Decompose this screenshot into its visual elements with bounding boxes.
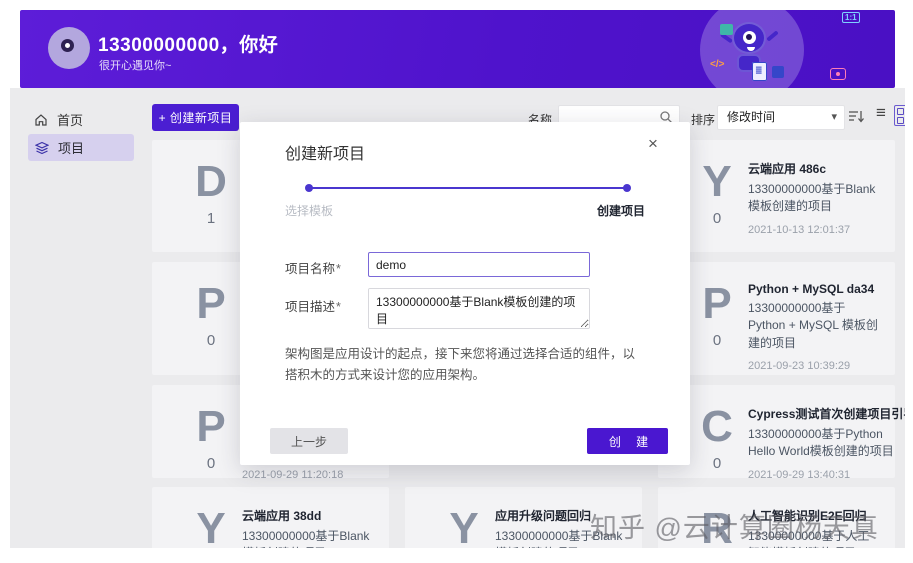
robot-eye-icon xyxy=(743,31,756,44)
step-dot-create xyxy=(623,184,631,192)
step-label-create-project: 创建项目 xyxy=(596,204,645,218)
project-count: 0 xyxy=(712,332,722,349)
project-initial: P xyxy=(702,279,732,328)
sort-label: 排序 xyxy=(691,113,716,127)
project-title: 应用升级问题回归 xyxy=(495,509,592,523)
camera-icon xyxy=(830,68,846,80)
required-mark: * xyxy=(336,262,341,276)
create-project-modal: 创建新项目 × 选择模板 创建项目 项目名称* 项目描述* 1330000000… xyxy=(240,122,690,465)
project-desc: 13300000000基于Python + MySQL 模板创建的项目 xyxy=(748,301,878,350)
project-count: 0 xyxy=(206,332,216,349)
project-desc: 13300000000基于Blank模板创建的项目 xyxy=(748,182,876,214)
project-initial: P xyxy=(196,279,226,328)
step-label-choose-template: 选择模板 xyxy=(285,204,334,218)
sort-select[interactable]: 修改时间 ▾ xyxy=(717,105,845,130)
greeting-subtitle: 很开心遇见你~ xyxy=(99,60,172,72)
avatar-eye-icon xyxy=(61,39,74,52)
project-count: 1 xyxy=(206,210,216,227)
sidebar-item-label: 首页 xyxy=(57,113,84,128)
project-desc-label: 项目描述* xyxy=(285,300,341,314)
project-title: Cypress测试首次创建项目引导 xyxy=(748,407,905,421)
project-name-label: 项目名称* xyxy=(285,262,341,276)
project-initial: Y xyxy=(196,504,226,549)
project-card[interactable]: Y 应用升级问题回归 13300000000基于Blank模板创建的项目 xyxy=(405,487,642,548)
required-mark: * xyxy=(336,300,341,314)
project-title: 云端应用 38dd xyxy=(242,509,322,523)
project-desc-textarea[interactable]: 13300000000基于Blank模板创建的项目 xyxy=(368,288,590,329)
project-name-input[interactable] xyxy=(368,252,590,277)
create-button[interactable]: 创 建 xyxy=(587,428,668,454)
project-desc: 13300000000基于人工智能模板创建的项目 xyxy=(748,529,870,548)
robot-mascot-icon xyxy=(732,22,766,54)
project-desc: 13300000000基于Blank模板创建的项目 xyxy=(242,529,370,548)
project-date: 2021-09-29 11:20:18 xyxy=(242,468,344,481)
robot-mouth-icon xyxy=(747,47,755,51)
square-icon xyxy=(772,66,784,78)
create-project-button[interactable]: + 创建新项目 xyxy=(152,104,239,131)
chevron-down-icon: ▾ xyxy=(831,111,837,123)
project-date: 2021-09-29 13:40:31 xyxy=(748,468,851,481)
home-icon xyxy=(35,113,47,126)
ratio-tag-icon: 1:1 xyxy=(842,12,860,23)
project-count: 0 xyxy=(712,455,722,472)
project-initial: Y xyxy=(702,157,732,206)
sort-select-value: 修改时间 xyxy=(727,110,776,124)
step-dot-template xyxy=(305,184,313,192)
project-date: 2021-09-23 10:39:29 xyxy=(748,360,851,373)
list-view-icon[interactable]: ≡ xyxy=(876,103,886,123)
project-date: 2021-10-13 12:01:37 xyxy=(748,223,851,236)
project-title: 人工智能识别E2E回归 xyxy=(748,509,867,523)
previous-step-button[interactable]: 上一步 xyxy=(270,428,348,454)
project-title: Python + MySQL da34 xyxy=(748,282,875,296)
architecture-note: 架构图是应用设计的起点，接下来您将通过选择合适的组件，以搭积木的方式来设计您的应… xyxy=(285,347,636,382)
modal-title: 创建新项目 xyxy=(285,146,366,163)
grid-view-icon[interactable] xyxy=(894,105,905,126)
project-card[interactable]: Y 0 云端应用 486c 13300000000基于Blank模板创建的项目 202… xyxy=(658,140,895,252)
project-card[interactable]: R 人工智能识别E2E回归 13300000000基于人工智能模板创建的项目 xyxy=(658,487,895,548)
project-initial: P xyxy=(196,402,226,451)
project-desc: 13300000000基于Blank模板创建的项目 xyxy=(495,529,623,548)
project-card[interactable]: Y 云端应用 38dd 13300000000基于Blank模板创建的项目 xyxy=(152,487,389,548)
layers-icon xyxy=(35,141,49,154)
project-initial: C xyxy=(701,402,733,451)
close-icon[interactable]: × xyxy=(643,134,663,154)
project-card[interactable]: C 0 Cypress测试首次创建项目引导 13300000000基于Python … xyxy=(658,385,905,481)
project-initial: D xyxy=(195,157,227,206)
welcome-banner: 13300000000，你好 很开心遇见你~ </> 1:1 xyxy=(20,10,895,88)
chip-icon xyxy=(720,24,733,35)
project-initial: R xyxy=(701,504,733,549)
document-icon xyxy=(752,62,767,81)
project-desc: 13300000000基于Python Hello World模板创建的项目 xyxy=(748,427,894,459)
sidebar-item-label: 项目 xyxy=(58,141,85,156)
sort-order-icon[interactable] xyxy=(848,109,865,124)
stepper-line xyxy=(305,184,631,192)
project-count: 0 xyxy=(206,455,216,472)
project-count: 0 xyxy=(712,210,722,227)
project-card[interactable]: P 0 Python + MySQL da34 13300000000基于Pytho… xyxy=(658,262,895,375)
project-title: 云端应用 486c xyxy=(748,162,827,176)
project-initial: Y xyxy=(449,504,479,549)
code-icon: </> xyxy=(710,59,725,70)
sidebar-item-projects[interactable]: 项目 xyxy=(28,134,134,161)
sidebar-item-home[interactable]: 首页 xyxy=(34,110,83,129)
greeting-text: 13300000000，你好 xyxy=(98,35,279,56)
avatar xyxy=(48,27,90,69)
